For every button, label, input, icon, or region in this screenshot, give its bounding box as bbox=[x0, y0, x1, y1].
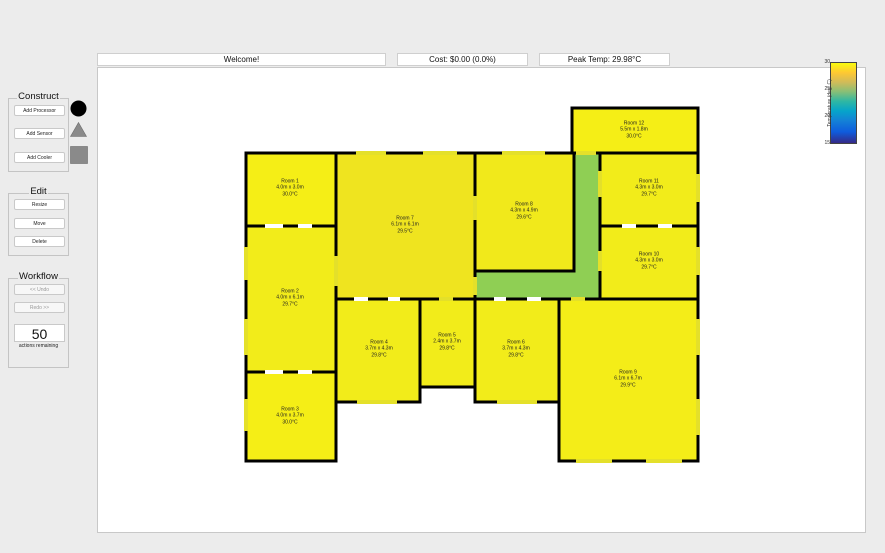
door bbox=[473, 277, 477, 295]
door bbox=[598, 171, 602, 197]
room-6-fill[interactable] bbox=[475, 299, 559, 402]
doorway bbox=[658, 224, 672, 228]
door bbox=[571, 297, 585, 301]
workflow-panel: Workflow << Undo Redo >> 50 actions rema… bbox=[8, 271, 69, 368]
edit-panel: Edit Resize Move Delete bbox=[8, 186, 69, 256]
doorway bbox=[265, 370, 283, 374]
doorway bbox=[298, 224, 312, 228]
doorway bbox=[354, 297, 368, 301]
circle-processor-icon[interactable] bbox=[70, 100, 87, 117]
add-processor-button[interactable]: Add Processor bbox=[14, 105, 65, 116]
door bbox=[576, 151, 596, 155]
window bbox=[696, 174, 700, 202]
window bbox=[357, 400, 397, 404]
colorbar-tick-30: 30 bbox=[824, 59, 830, 65]
add-sensor-button[interactable]: Add Sensor bbox=[14, 128, 65, 139]
workflow-title: Workflow bbox=[18, 271, 59, 282]
room-11-fill[interactable] bbox=[600, 153, 698, 226]
construct-title: Construct bbox=[17, 91, 60, 102]
peak-temp-display: Peak Temp: 29.98°C bbox=[539, 53, 670, 66]
redo-button[interactable]: Redo >> bbox=[14, 302, 65, 313]
actions-remaining-label: actions remaining bbox=[18, 343, 59, 349]
doorway bbox=[622, 224, 636, 228]
window bbox=[646, 459, 682, 463]
actions-remaining-count: 50 bbox=[14, 324, 65, 342]
delete-button[interactable]: Delete bbox=[14, 236, 65, 247]
cost-display: Cost: $0.00 (0.0%) bbox=[397, 53, 528, 66]
window bbox=[244, 319, 248, 355]
window bbox=[696, 399, 700, 435]
floorplan-canvas[interactable]: Room 1 4.0m x 3.0m 30.0°C Room 2 4.0m x 6.1… bbox=[97, 67, 866, 533]
room-5-fill[interactable] bbox=[420, 299, 475, 387]
room-9-fill[interactable] bbox=[559, 299, 698, 461]
room-7-fill[interactable] bbox=[336, 153, 475, 299]
room-2-fill[interactable] bbox=[246, 226, 336, 372]
room-12-fill[interactable] bbox=[572, 108, 698, 153]
undo-button[interactable]: << Undo bbox=[14, 284, 65, 295]
add-cooler-button[interactable]: Add Cooler bbox=[14, 152, 65, 163]
room-10-fill[interactable] bbox=[600, 226, 698, 299]
welcome-message: Welcome! bbox=[97, 53, 386, 66]
door bbox=[473, 196, 477, 220]
square-cooler-icon[interactable] bbox=[70, 146, 88, 164]
window bbox=[244, 247, 248, 280]
resize-button[interactable]: Resize bbox=[14, 199, 65, 210]
construct-panel: Construct Add Processor Add Sensor Add C… bbox=[8, 91, 69, 172]
window bbox=[244, 399, 248, 431]
door bbox=[439, 297, 453, 301]
window bbox=[576, 459, 612, 463]
window bbox=[356, 151, 386, 155]
colorbar-tick-15: 15 bbox=[824, 140, 830, 146]
doorway bbox=[527, 297, 541, 301]
doorway bbox=[388, 297, 400, 301]
room-8-fill[interactable] bbox=[475, 153, 574, 271]
window bbox=[696, 247, 700, 275]
move-button[interactable]: Move bbox=[14, 218, 65, 229]
temperature-colorbar bbox=[830, 62, 857, 144]
doorway bbox=[494, 297, 506, 301]
room-fills bbox=[246, 108, 698, 461]
door bbox=[334, 256, 338, 286]
colorbar-label: Temperature (deg. C) bbox=[827, 79, 833, 127]
window bbox=[696, 319, 700, 355]
floorplan-drawing[interactable] bbox=[98, 68, 865, 532]
door bbox=[598, 251, 602, 271]
room-3-fill[interactable] bbox=[246, 372, 336, 461]
doorway bbox=[265, 224, 283, 228]
doorway bbox=[298, 370, 312, 374]
room-4-fill[interactable] bbox=[336, 299, 420, 402]
window bbox=[497, 400, 537, 404]
window bbox=[502, 151, 545, 155]
edit-title: Edit bbox=[29, 186, 48, 197]
triangle-sensor-icon[interactable] bbox=[70, 122, 87, 137]
window bbox=[423, 151, 457, 155]
room-1-fill[interactable] bbox=[246, 153, 336, 226]
